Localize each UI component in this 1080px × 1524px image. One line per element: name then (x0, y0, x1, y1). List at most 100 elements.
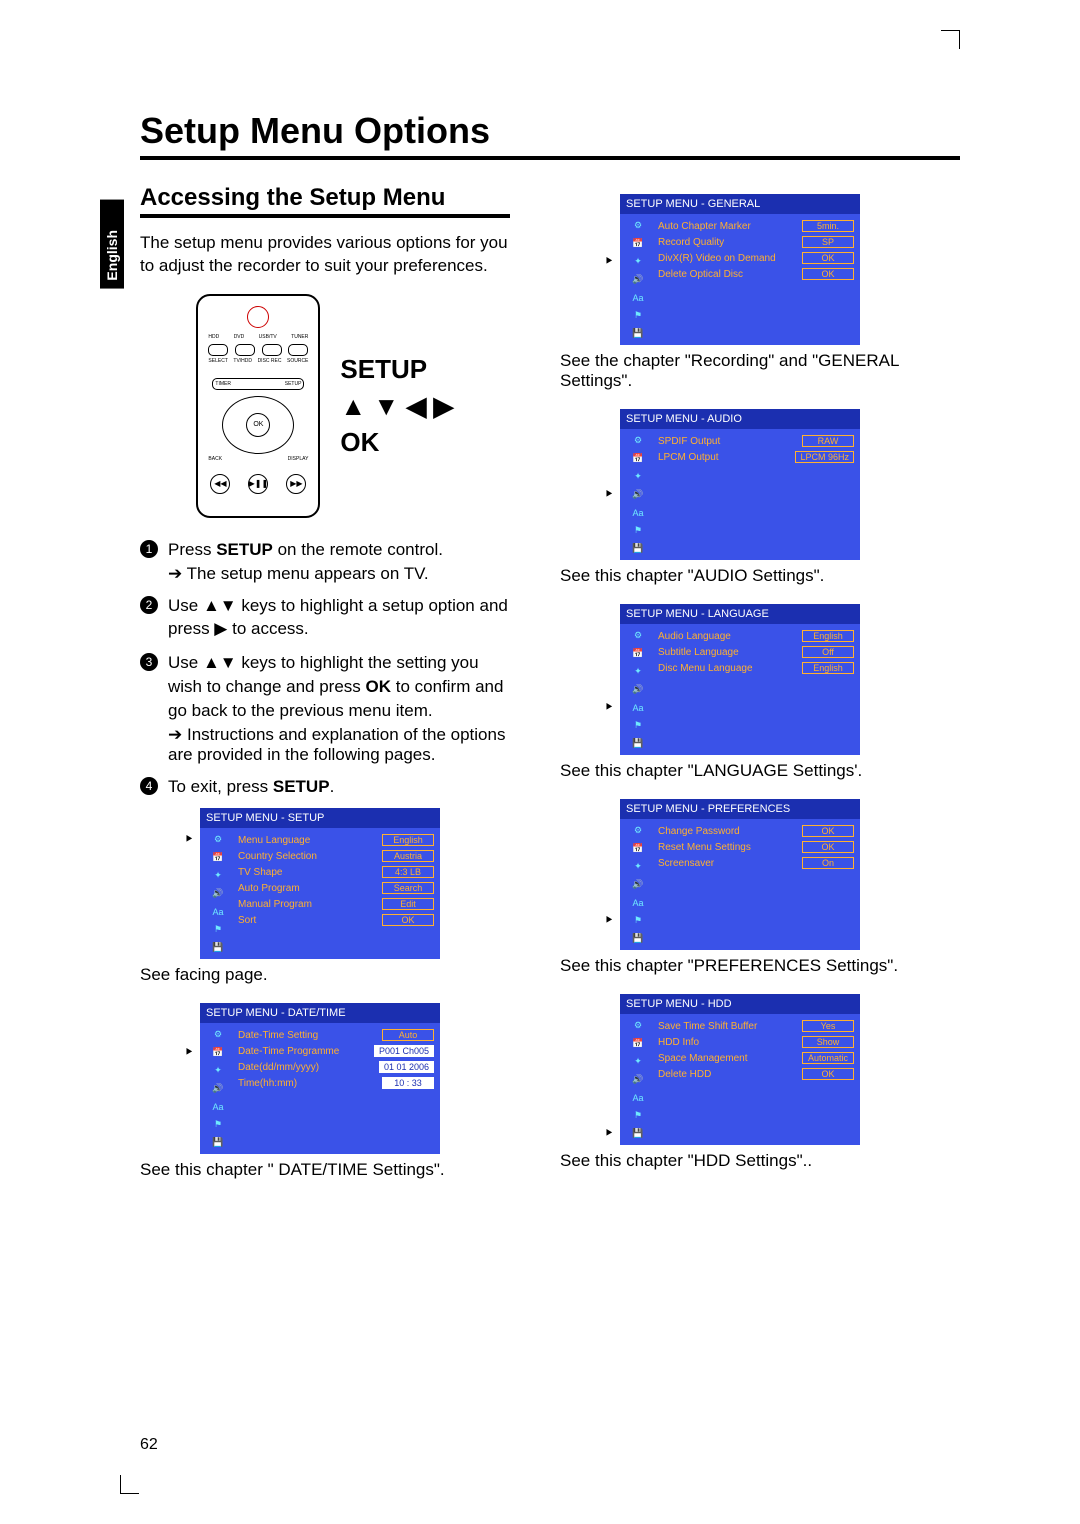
setup-text: SETUP (340, 351, 453, 387)
menu-rows: Menu LanguageEnglish Country Selection Aus… (236, 828, 440, 959)
menu-row-label: DivX(R) Video on Demand (658, 253, 776, 264)
step-1-result: The setup menu appears on TV. (140, 564, 510, 584)
step-1: 1 Press SETUP on the remote control. (140, 538, 510, 562)
menu-row-label: Reset Menu Settings (658, 842, 751, 853)
menu-row-label: Auto Program (238, 883, 300, 894)
menu-row-label: HDD Info (658, 1037, 699, 1048)
menu-row-label: LPCM Output (658, 452, 719, 463)
menu-row-value: Edit (382, 898, 434, 910)
remote-label: SELECT (208, 358, 227, 364)
menu-tab-icon: ⚑ (627, 1108, 649, 1123)
ok-text: OK (340, 424, 453, 460)
menu-tab-icon: 💾 (627, 931, 649, 946)
menu-row-value: 5min. (802, 220, 854, 232)
step-3: 3 Use ▲▼ keys to highlight the setting y… (140, 651, 510, 722)
menu-row-label: Manual Program (238, 899, 312, 910)
crop-mark-tr (941, 30, 960, 49)
selection-arrow-icon: ⯈ (604, 487, 614, 502)
menu-row-label: Audio Language (658, 631, 731, 642)
menu-row-label: SPDIF Output (658, 436, 720, 447)
menu-tab-icon: 💾 (207, 940, 229, 955)
caption-general: See the chapter "Recording" and "GENERAL… (560, 351, 930, 391)
setup-callout: SETUP ▲ ▼ ◀ ▶ OK (340, 351, 453, 460)
menu-row: Auto Program Search (238, 880, 434, 896)
menu-tab-icon: ⚑ (627, 308, 649, 323)
menu-row-value: Austria (382, 850, 434, 862)
menu-row: Time(hh:mm)10 : 33 (238, 1075, 434, 1091)
menu-tab-icon: 🔊 (627, 682, 649, 697)
menu-body: ⚙📅✦🔊Aa⚑💾⯈Save Time Shift BufferYesHDD In… (620, 1014, 860, 1145)
step-4: 4 To exit, press SETUP. (140, 775, 510, 799)
menu-tab-icon: 💾 (627, 541, 649, 556)
menu-row: LPCM OutputLPCM 96Hz (658, 449, 854, 465)
menu-datetime-panel: SETUP MENU - DATE/TIME⚙📅✦🔊Aa⚑💾⯈Date-Time… (200, 1003, 440, 1154)
menu-setup-panel: SETUP MENU - SETUP⚙📅✦🔊Aa⚑💾⯈Menu Language… (200, 808, 440, 959)
menu-title: SETUP MENU - DATE/TIME (200, 1003, 440, 1023)
menu-row-value: Search (382, 882, 434, 894)
menu-tab-icon: ⚙ (627, 628, 649, 643)
menu-row-label: Country Selection (238, 851, 317, 862)
menu-title: SETUP MENU - LANGUAGE (620, 604, 860, 624)
selection-arrow-icon: ⯈ (604, 1126, 614, 1141)
menu-icon-strip: ⚙📅✦🔊Aa⚑💾⯈ (620, 1014, 656, 1145)
menu-icon-strip: ⚙📅✦🔊Aa⚑💾⯈ (620, 624, 656, 755)
remote-label: TUNER (291, 334, 308, 340)
menu-row-value: P001 Ch005 (374, 1045, 434, 1057)
menu-row: SortOK (238, 912, 434, 928)
menu-row-label: Screensaver (658, 858, 714, 869)
menu-tab-icon: 📅 (627, 1036, 649, 1051)
menu-icon-strip: ⚙📅✦🔊Aa⚑💾⯈ (200, 828, 236, 959)
remote-label: DISPLAY (288, 456, 309, 462)
menu-row: Record QualitySP (658, 234, 854, 250)
arrows-text: ▲ ▼ ◀ ▶ (340, 388, 453, 424)
ffw-icon: ▶▶ (286, 474, 306, 494)
remote-control-illustration: HDD DVD USB/TV TUNER SELECT TV/HDD (196, 294, 320, 518)
remote-label: HDD (208, 334, 219, 340)
menu-tab-icon: ⚙ (627, 433, 649, 448)
menu-row-label: Change Password (658, 826, 740, 837)
menu-row-value: English (382, 834, 434, 846)
menu-row: Disc Menu LanguageEnglish (658, 660, 854, 676)
menu-tab-icon: Aa (627, 700, 649, 715)
menu-row-value: OK (802, 1068, 854, 1080)
menu-row-label: Space Management (658, 1053, 748, 1064)
menu-row: TV Shape4:3 LB (238, 864, 434, 880)
menu-tab-icon: Aa (207, 904, 229, 919)
menu-icon-strip: ⚙📅✦🔊Aa⚑💾⯈ (620, 429, 656, 560)
menu-body: ⚙📅✦🔊Aa⚑💾⯈Menu LanguageEnglish Country Sel… (200, 828, 440, 959)
ok-button-icon: OK (246, 413, 270, 437)
menu-row: Date-Time SettingAuto (238, 1027, 434, 1043)
menu-tab-icon: 📅 (627, 236, 649, 251)
menu-tab-icon: 📅 (627, 646, 649, 661)
power-icon (247, 306, 269, 328)
remote-btn (235, 344, 255, 356)
transport-row: ◀◀ ▶❚❚ ▶▶ (210, 474, 306, 494)
caption-hdd: See this chapter "HDD Settings".. (560, 1151, 930, 1171)
menu-row: SPDIF OutputRAW (658, 433, 854, 449)
two-column-layout: Accessing the Setup Menu The setup menu … (140, 184, 960, 1198)
menu-title: SETUP MENU - PREFERENCES (620, 799, 860, 819)
menu-row: Menu LanguageEnglish (238, 832, 434, 848)
menu-tab-icon: 🔊 (207, 1081, 229, 1096)
caption-audio: See this chapter "AUDIO Settings". (560, 566, 930, 586)
menu-row: Change PasswordOK (658, 823, 854, 839)
remote-label: TV/HDD (233, 358, 252, 364)
menu-tab-icon: ⚙ (207, 832, 229, 847)
caption-datetime: See this chapter " DATE/TIME Settings". (140, 1160, 510, 1180)
menu-row-value: OK (802, 268, 854, 280)
menu-rows: Date-Time SettingAutoDate-Time Programme… (236, 1023, 440, 1154)
menu-tab-icon: 📅 (627, 841, 649, 856)
menu-row-label: Auto Chapter Marker (658, 221, 751, 232)
step-3-result: Instructions and explanation of the opti… (140, 725, 510, 765)
menu-row-value: Yes (802, 1020, 854, 1032)
menu-row: DivX(R) Video on DemandOK (658, 250, 854, 266)
page-number: 62 (140, 1436, 158, 1454)
menu-tab-icon: 🔊 (627, 1072, 649, 1087)
menu-tab-icon: Aa (627, 1090, 649, 1105)
menu-row: Delete Optical DiscOK (658, 266, 854, 282)
rew-icon: ◀◀ (210, 474, 230, 494)
menu-row-value: Automatic (802, 1052, 854, 1064)
menu-body: ⚙📅✦🔊Aa⚑💾⯈Change PasswordOKReset Menu Set… (620, 819, 860, 950)
menu-rows: Auto Chapter Marker 5min. Record QualitySP… (656, 214, 860, 345)
menu-row-label: Subtitle Language (658, 647, 739, 658)
